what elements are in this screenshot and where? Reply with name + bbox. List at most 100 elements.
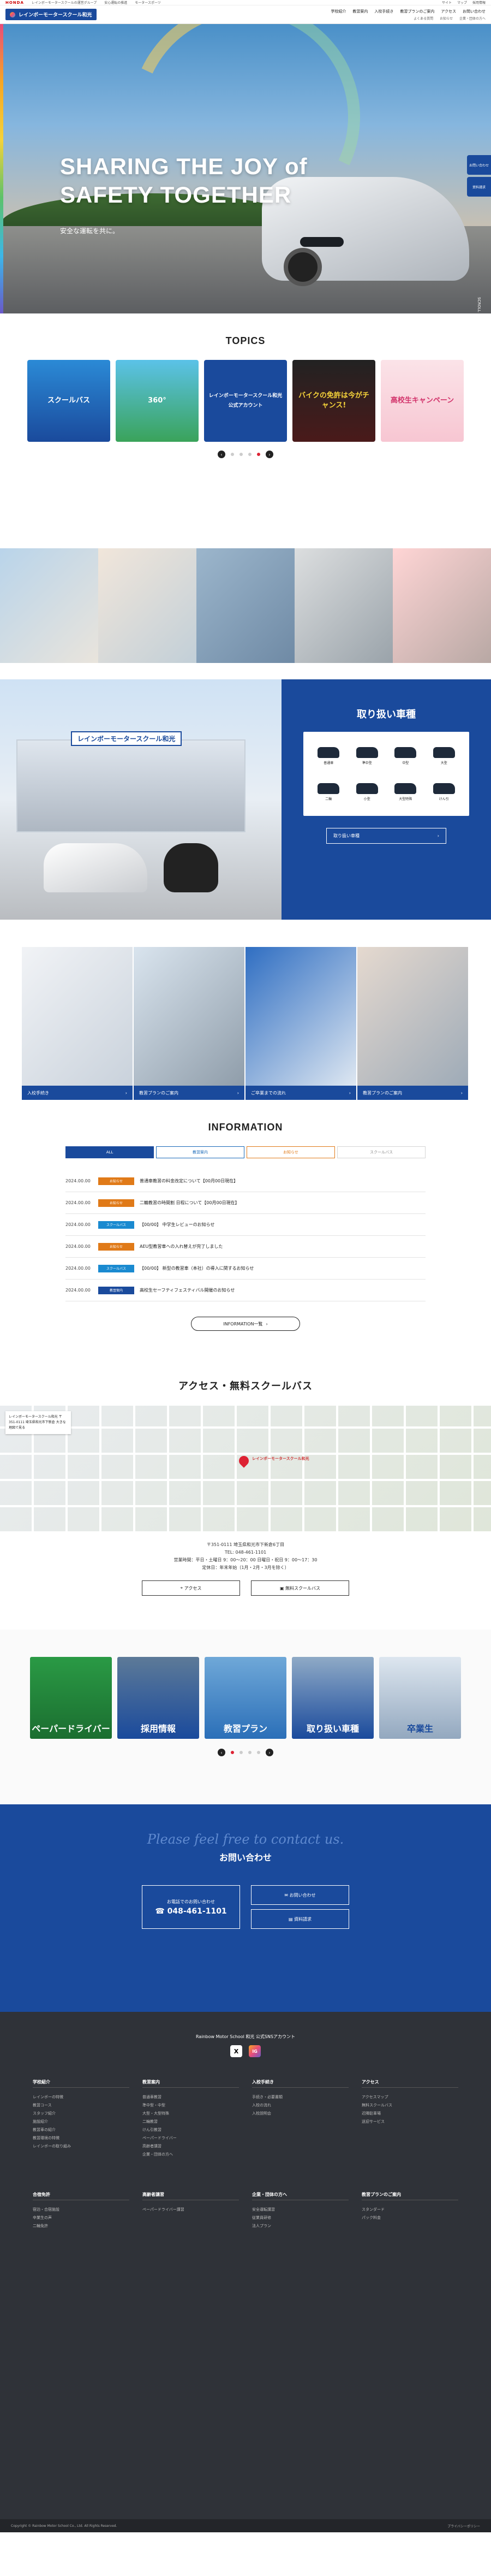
footer-link[interactable]: 無料スクールバス xyxy=(362,2101,458,2110)
footer-link[interactable]: 二輪教習 xyxy=(142,2118,239,2126)
footer-link[interactable]: 大型・大型特殊 xyxy=(142,2110,239,2118)
topic-card[interactable]: 360° xyxy=(116,360,199,442)
vehicle-item[interactable]: 二輪 xyxy=(312,777,345,807)
footer-link[interactable]: ペーパードライバー xyxy=(142,2134,239,2142)
footer-link[interactable]: 入校の流れ xyxy=(252,2101,349,2110)
footer-link[interactable]: 送迎サービス xyxy=(362,2118,458,2126)
footer-link[interactable]: 従業員研修 xyxy=(252,2214,349,2222)
contact-phone[interactable]: お電話でのお問い合わせ ☎ 048-461-1101 xyxy=(142,1885,240,1929)
footer-link[interactable]: レインボーの取り組み xyxy=(33,2142,129,2151)
footer-link[interactable]: スタッフ紹介 xyxy=(33,2110,129,2118)
nav-item[interactable]: 入校手続き xyxy=(374,9,393,14)
info-row[interactable]: 2024.00.00 お知らせ 二輪教習の時間割 日程について【00月00日現在】 xyxy=(65,1192,426,1214)
footer-link[interactable]: 手続き・必要書類 xyxy=(252,2093,349,2101)
pager-dot[interactable] xyxy=(231,453,234,456)
footer-link[interactable]: 教習コース xyxy=(33,2101,129,2110)
footer-link[interactable]: 安全運転講習 xyxy=(252,2206,349,2214)
quad-item[interactable]: 教習プランのご案内 › xyxy=(134,947,246,1100)
pager-dot-active[interactable] xyxy=(257,453,260,456)
footer-link[interactable]: 宿泊・合宿施設 xyxy=(33,2206,129,2214)
brochure-link[interactable]: ▤ 資料請求 xyxy=(251,1909,349,1929)
topbar-right-link[interactable]: 採用情報 xyxy=(472,0,486,5)
footer-link[interactable]: レインボーの特徴 xyxy=(33,2093,129,2101)
pager-dot[interactable] xyxy=(257,1751,260,1754)
banner[interactable]: 取り扱い車種 xyxy=(292,1657,374,1739)
instagram-icon[interactable]: IG xyxy=(249,2045,261,2057)
vehicle-item[interactable]: 普通車 xyxy=(312,741,345,771)
footer-link[interactable]: 卒業生の声 xyxy=(33,2214,129,2222)
next-arrow-icon[interactable]: › xyxy=(266,451,273,458)
topic-card[interactable]: 高校生キャンペーン xyxy=(381,360,464,442)
vehicle-item[interactable]: 中型 xyxy=(389,741,422,771)
topic-card[interactable]: レインボーモータースクール和光 公式アカウント xyxy=(204,360,287,442)
tab-lessons[interactable]: 教習案内 xyxy=(156,1146,244,1158)
quad-item[interactable]: ご卒業までの流れ › xyxy=(246,947,357,1100)
prev-arrow-icon[interactable]: ‹ xyxy=(218,451,225,458)
footer-link[interactable]: 普通車教習 xyxy=(142,2093,239,2101)
sub-nav-item[interactable]: よくある質問 xyxy=(414,16,433,21)
contact-form-link[interactable]: ✉ お問い合わせ xyxy=(251,1885,349,1905)
footer-link[interactable]: 企業・団体の方へ xyxy=(142,2151,239,2159)
next-arrow-icon[interactable]: › xyxy=(266,1749,273,1756)
sub-nav-item[interactable]: お知らせ xyxy=(440,16,453,21)
sub-nav-item[interactable]: 企業・団体の方へ xyxy=(459,16,486,21)
prev-arrow-icon[interactable]: ‹ xyxy=(218,1749,225,1756)
banner[interactable]: 教習プラン xyxy=(205,1657,286,1739)
nav-item[interactable]: お問い合わせ xyxy=(463,9,486,14)
footer-link[interactable]: 施設紹介 xyxy=(33,2118,129,2126)
quad-item[interactable]: 教習プランのご案内 › xyxy=(357,947,469,1100)
nav-item[interactable]: 教習案内 xyxy=(352,9,368,14)
tab-notices[interactable]: お知らせ xyxy=(247,1146,335,1158)
footer-link[interactable]: 二輪免許 xyxy=(33,2222,129,2230)
footer-link[interactable]: アクセスマップ xyxy=(362,2093,458,2101)
nav-item[interactable]: アクセス xyxy=(441,9,456,14)
footer-link[interactable]: 法人プラン xyxy=(252,2222,349,2230)
access-button[interactable]: ⌖ アクセス xyxy=(142,1580,240,1596)
footer-link[interactable]: 準中型・中型 xyxy=(142,2101,239,2110)
footer-link[interactable]: 入校説明会 xyxy=(252,2110,349,2118)
nav-item[interactable]: 教習プランのご案内 xyxy=(400,9,434,14)
info-row[interactable]: 2024.00.00 スクールバス 【00/00】 新型の教習車（本社）の導入に関す… xyxy=(65,1258,426,1280)
topbar-link[interactable]: 安心運転の推進 xyxy=(104,0,127,5)
info-row[interactable]: 2024.00.00 スクールバス 【00/00】 中学生レビューのお知らせ xyxy=(65,1214,426,1236)
tab-bus[interactable]: スクールバス xyxy=(337,1146,426,1158)
vehicle-item[interactable]: 準中型 xyxy=(351,741,384,771)
honda-logo[interactable]: HONDA xyxy=(5,1,24,5)
topbar-right-link[interactable]: マップ xyxy=(457,0,467,5)
info-row[interactable]: 2024.00.00 教習案内 高校生セーフティフェスティバル開催のお知らせ xyxy=(65,1280,426,1301)
x-icon[interactable]: X xyxy=(230,2045,242,2057)
vehicle-item[interactable]: 大型 xyxy=(428,741,461,771)
pager-dot[interactable] xyxy=(248,1751,252,1754)
side-cta-contact[interactable]: お問い合わせ xyxy=(467,155,491,175)
pager-dot[interactable] xyxy=(239,453,243,456)
footer-link[interactable]: パック料金 xyxy=(362,2214,458,2222)
topbar-link[interactable]: レインボーモータースクールの運営グループ xyxy=(32,0,97,5)
pager-dot[interactable] xyxy=(248,453,252,456)
map-pin-icon[interactable] xyxy=(237,1454,251,1468)
banner[interactable]: 採用情報 xyxy=(117,1657,199,1739)
topbar-link[interactable]: モータースポーツ xyxy=(135,0,161,5)
access-map[interactable]: レインボーモータースクール和光 〒351-0111 埼玉県和光市下新倉 大きな地… xyxy=(0,1406,491,1531)
topic-card[interactable]: バイクの免許は今がチャンス! xyxy=(292,360,375,442)
pager-dot-active[interactable] xyxy=(231,1751,234,1754)
vehicles-button[interactable]: 取り扱い車種 › xyxy=(326,828,446,844)
info-row[interactable]: 2024.00.00 お知らせ 普通車教習の料金改定について【00月00日現在】 xyxy=(65,1170,426,1192)
banner[interactable]: 卒業生 xyxy=(379,1657,461,1739)
footer-link[interactable]: 高齢者講習 xyxy=(142,2142,239,2151)
site-logo[interactable]: レインボーモータースクール和光 xyxy=(5,9,97,20)
footer-link[interactable]: けん引教習 xyxy=(142,2126,239,2134)
topbar-right-link[interactable]: サイト xyxy=(442,0,452,5)
side-cta-brochure[interactable]: 資料請求 xyxy=(467,177,491,197)
footer-link[interactable]: 教習環境の特徴 xyxy=(33,2134,129,2142)
banner[interactable]: ペーパードライバー xyxy=(30,1657,112,1739)
footer-link[interactable]: 教習車の紹介 xyxy=(33,2126,129,2134)
pager-dot[interactable] xyxy=(239,1751,243,1754)
nav-item[interactable]: 学校紹介 xyxy=(331,9,346,14)
bus-button[interactable]: ▣ 無料スクールバス xyxy=(251,1580,349,1596)
quad-item[interactable]: 入校手続き › xyxy=(22,947,134,1100)
vehicle-item[interactable]: 小型 xyxy=(351,777,384,807)
privacy-link[interactable]: プライバシーポリシー xyxy=(447,2524,480,2528)
info-more-button[interactable]: INFORMATION一覧 › xyxy=(191,1317,300,1331)
vehicle-item[interactable]: けん引 xyxy=(428,777,461,807)
vehicle-item[interactable]: 大型特殊 xyxy=(389,777,422,807)
